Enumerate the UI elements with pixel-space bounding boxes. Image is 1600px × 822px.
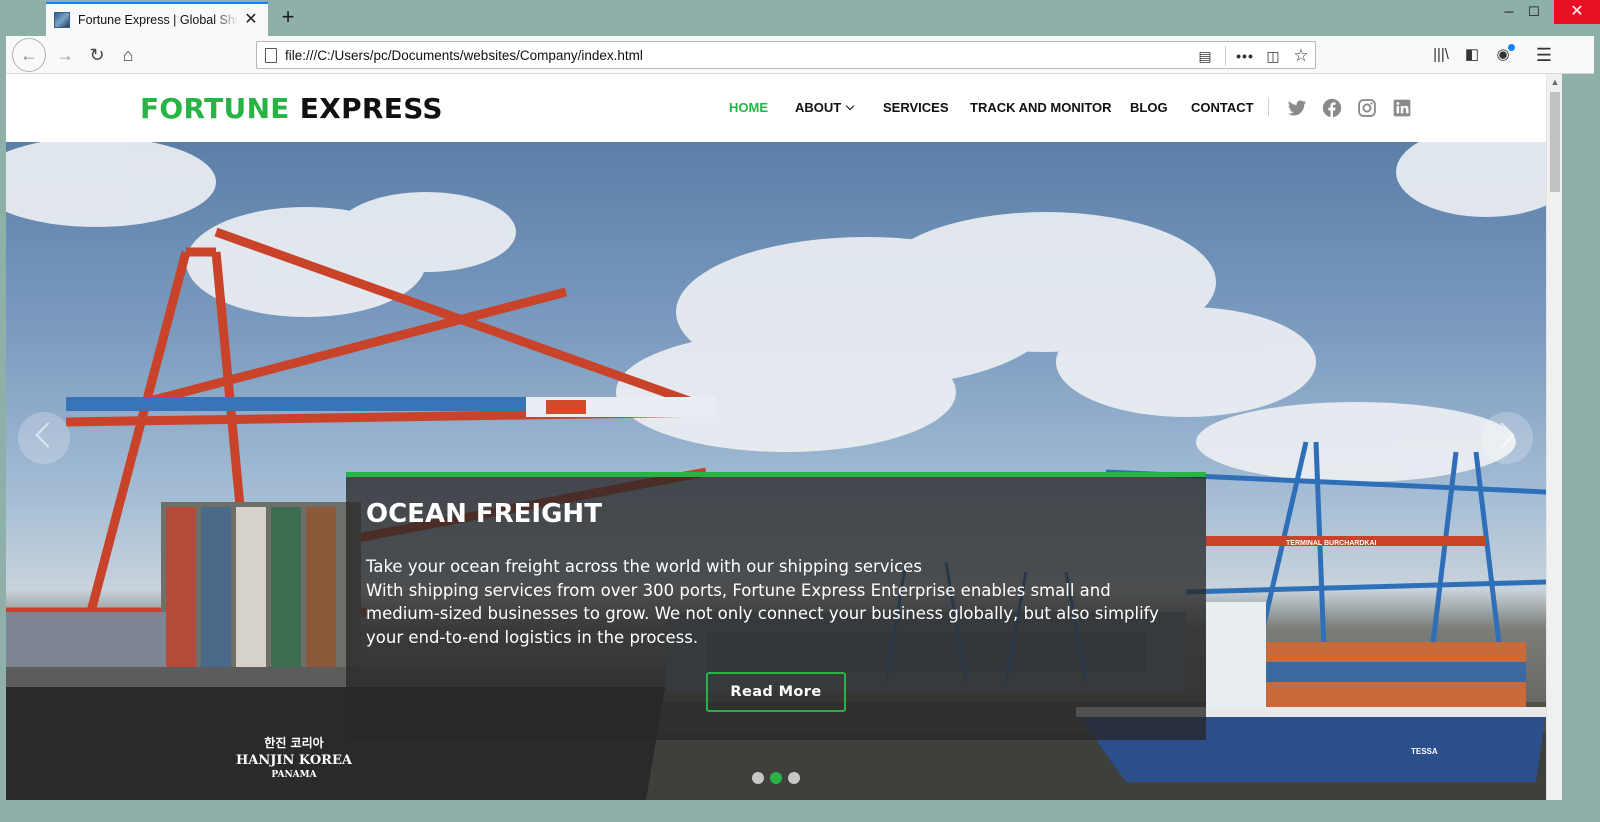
slider-next-arrow[interactable] — [1481, 412, 1533, 464]
nav-blog[interactable]: BLOG — [1130, 100, 1168, 115]
page-scrollbar[interactable]: ▲ — [1546, 74, 1562, 800]
slide-description-line1: Take your ocean freight across the world… — [366, 557, 922, 576]
chevron-right-icon — [1489, 422, 1515, 448]
url-divider — [1225, 46, 1226, 66]
nav-about-label: ABOUT — [795, 100, 842, 115]
pocket-icon[interactable]: ◫ — [1263, 46, 1283, 66]
back-button[interactable]: ← — [12, 38, 46, 72]
slide-caption: OCEAN FREIGHT Take your ocean freight ac… — [346, 472, 1206, 740]
slider-dot-1[interactable] — [752, 772, 764, 784]
slider-dot-3[interactable] — [788, 772, 800, 784]
reader-view-icon[interactable]: ▤ — [1195, 46, 1215, 66]
nav-divider — [1268, 98, 1269, 116]
chevron-left-icon — [35, 422, 61, 448]
nav-contact[interactable]: CONTACT — [1191, 100, 1254, 115]
nav-track-and-monitor[interactable]: TRACK AND MONITOR — [970, 100, 1112, 115]
slide-description: Take your ocean freight across the world… — [366, 555, 1176, 649]
window-bottom-edge — [0, 800, 1600, 822]
nav-about[interactable]: ABOUT — [795, 100, 855, 115]
slide-title: OCEAN FREIGHT — [366, 499, 602, 529]
account-notification-dot — [1508, 44, 1515, 51]
scrollbar-thumb[interactable] — [1550, 92, 1560, 192]
new-tab-button[interactable]: + — [276, 6, 300, 30]
browser-titlebar: Fortune Express | Global Shipping ✕ + ─ … — [0, 0, 1600, 36]
scroll-up-icon[interactable]: ▲ — [1547, 74, 1563, 90]
page-icon — [265, 48, 277, 63]
sidebar-icon[interactable]: ◧ — [1459, 42, 1485, 68]
maximize-button[interactable]: ☐ — [1511, 0, 1557, 24]
forward-button[interactable]: → — [50, 40, 80, 70]
slide-description-line2: With shipping services from over 300 por… — [366, 580, 1159, 647]
address-bar[interactable]: file:///C:/Users/pc/Documents/websites/C… — [256, 41, 1316, 69]
instagram-icon[interactable] — [1357, 98, 1377, 118]
library-icon[interactable]: |||\ — [1428, 42, 1454, 68]
linkedin-icon[interactable] — [1392, 98, 1412, 118]
site-header: FORTUNE EXPRESS HOME ABOUT SERVICES TRAC… — [6, 74, 1546, 142]
browser-tab[interactable]: Fortune Express | Global Shipping ✕ — [46, 2, 268, 36]
tab-title: Fortune Express | Global Shipping — [78, 13, 238, 27]
facebook-icon[interactable] — [1322, 98, 1342, 118]
ship-name-right: TESSA — [1411, 747, 1438, 756]
twitter-icon[interactable] — [1287, 98, 1307, 118]
close-tab-icon[interactable]: ✕ — [242, 11, 260, 29]
slider-prev-arrow[interactable] — [18, 412, 70, 464]
slider-dot-2[interactable] — [770, 772, 782, 784]
page-viewport: FORTUNE EXPRESS HOME ABOUT SERVICES TRAC… — [6, 74, 1546, 800]
ship-korean-name: 한진 코리아 — [264, 735, 323, 750]
ship-name-left: HANJIN KOREA — [236, 753, 353, 768]
chevron-down-icon — [845, 101, 855, 111]
terminal-sign: TERMINAL BURCHARDKAI — [1286, 540, 1377, 547]
favicon-icon — [54, 12, 70, 28]
browser-toolbar: ← → ↻ ⌂ file:///C:/Users/pc/Documents/we… — [6, 36, 1594, 74]
slider-indicators — [752, 772, 812, 786]
hero-slider: 한진 코리아 HANJIN KOREA PANAMA TERMINAL BURC… — [6, 142, 1546, 800]
url-text[interactable]: file:///C:/Users/pc/Documents/websites/C… — [285, 48, 643, 63]
ship-port-left: PANAMA — [271, 770, 317, 780]
home-button[interactable]: ⌂ — [113, 40, 143, 70]
nav-home[interactable]: HOME — [729, 100, 768, 115]
read-more-button[interactable]: Read More — [706, 672, 846, 712]
bookmark-star-icon[interactable]: ☆ — [1291, 46, 1311, 66]
hamburger-menu-icon[interactable]: ☰ — [1531, 42, 1557, 68]
reload-button[interactable]: ↻ — [82, 40, 112, 70]
page-actions-icon[interactable]: ••• — [1235, 46, 1255, 66]
main-navigation: HOME ABOUT SERVICES TRACK AND MONITOR BL… — [6, 100, 1546, 120]
nav-services[interactable]: SERVICES — [883, 100, 949, 115]
close-window-button[interactable]: ✕ — [1554, 0, 1600, 24]
